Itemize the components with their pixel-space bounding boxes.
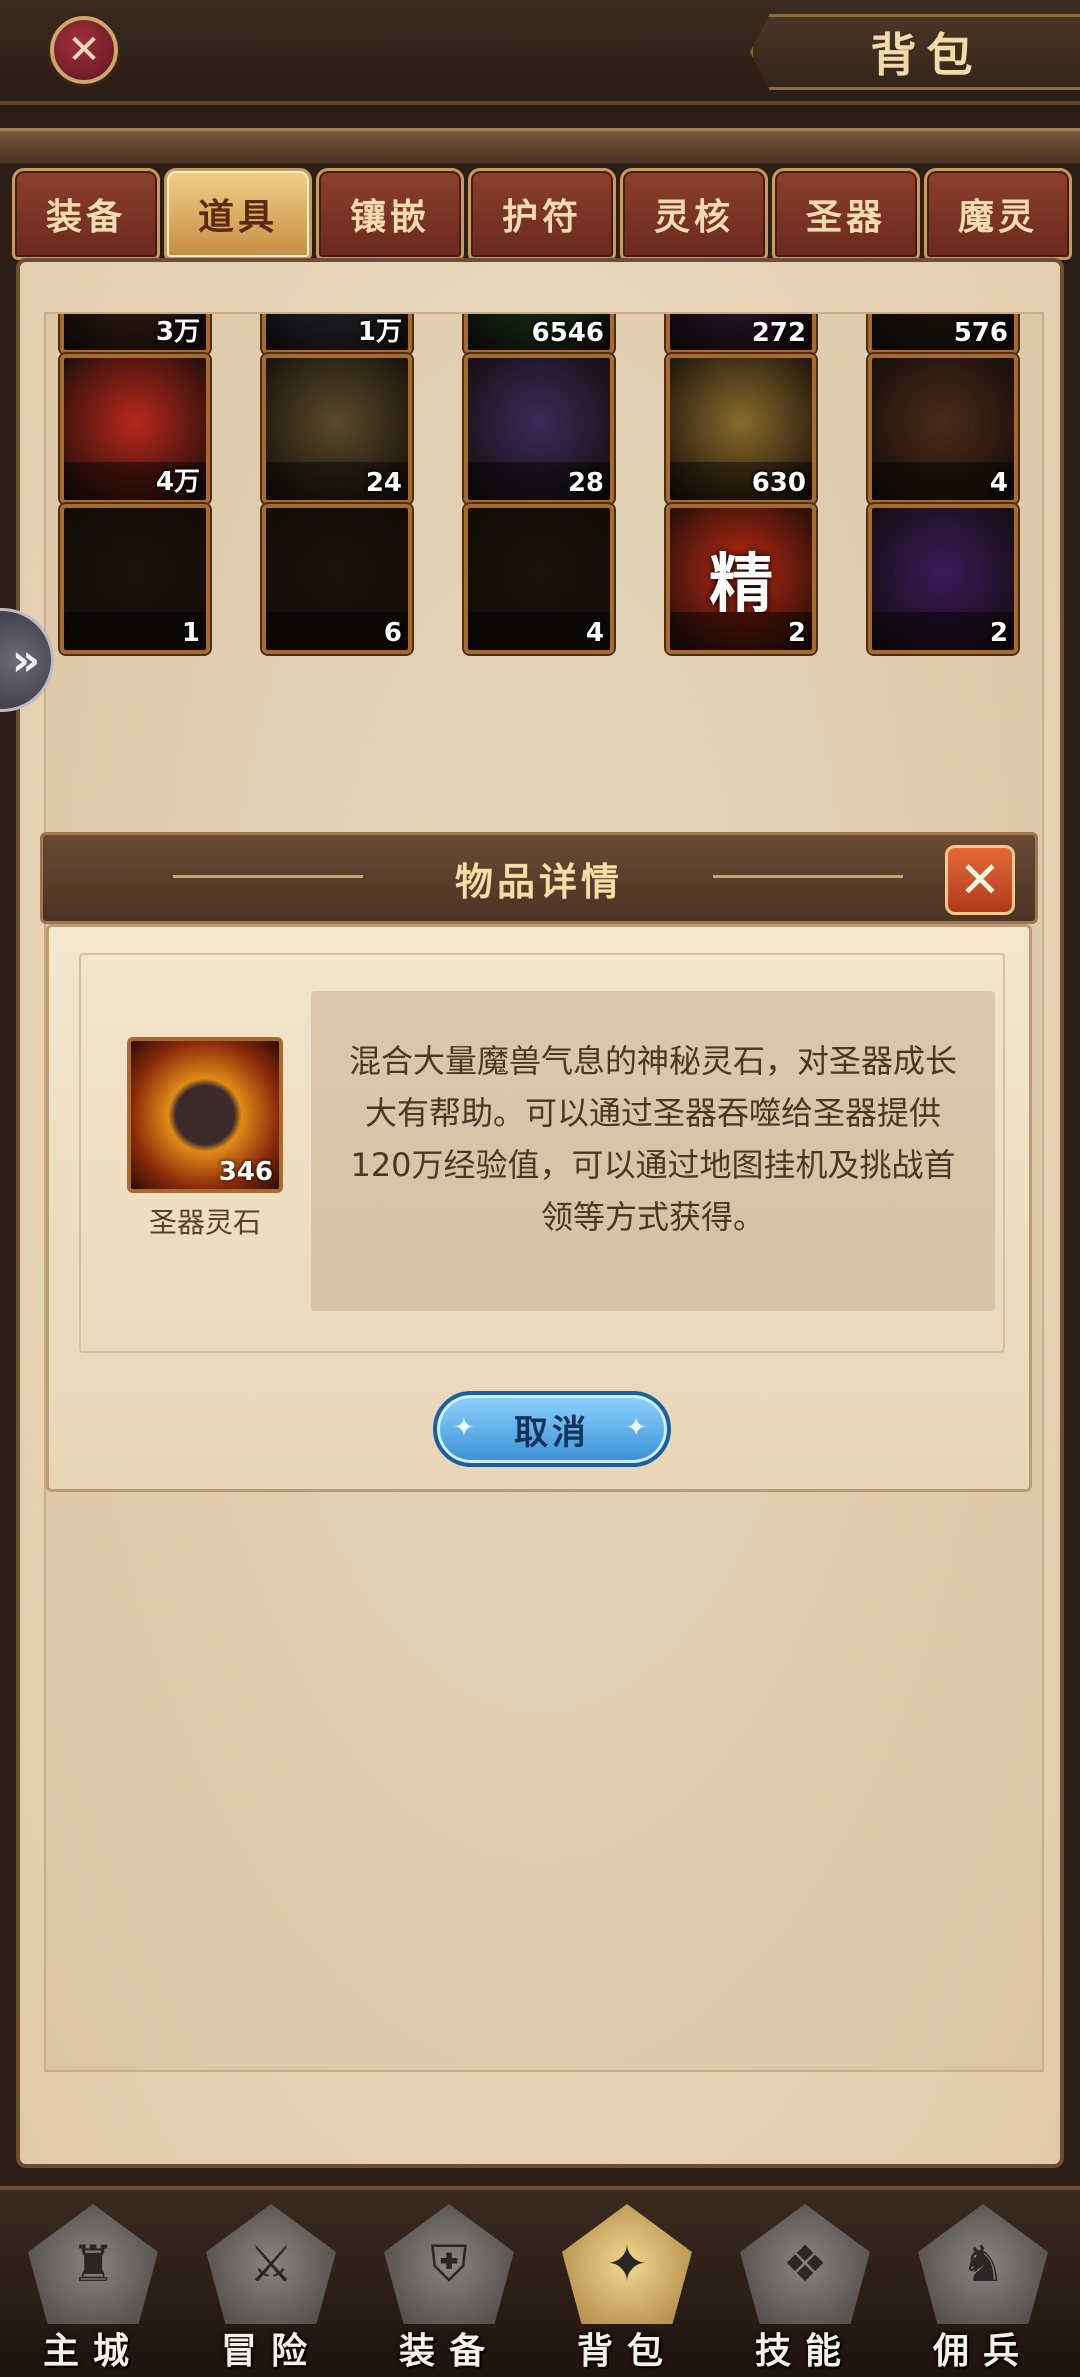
item-count: 4 bbox=[585, 618, 604, 648]
tab-3[interactable]: 护符 bbox=[468, 168, 616, 260]
nav-label: 主城 bbox=[42, 2331, 143, 2372]
sparkle-icon: ✦ bbox=[625, 1413, 651, 1443]
item-icon: 6546 bbox=[464, 314, 614, 354]
bottom-nav: ♜ 主城 ⚔ 冒险 ⛨ 装备 ✦ 背包 ❖ 技能 ♞ 佣兵 bbox=[0, 2186, 1080, 2377]
item-count: 6546 bbox=[531, 318, 604, 348]
page-title: 背包 bbox=[870, 28, 983, 82]
item-cell[interactable]: 1 bbox=[60, 504, 210, 654]
item-count: 1万 bbox=[357, 317, 402, 347]
cancel-label: 取消 bbox=[514, 1412, 590, 1453]
tab-4[interactable]: 灵核 bbox=[620, 168, 768, 260]
item-icon: 精2 bbox=[666, 504, 816, 654]
sparkle-icon: ✦ bbox=[453, 1413, 479, 1443]
item-count: 4 bbox=[989, 468, 1008, 498]
nav-helmet[interactable]: ⛨ 装备 bbox=[364, 2204, 534, 2374]
item-icon: 4万 bbox=[60, 354, 210, 504]
item-count: 272 bbox=[751, 318, 806, 348]
item-count: 346 bbox=[218, 1157, 273, 1187]
nav-skill-book[interactable]: ❖ 技能 bbox=[720, 2204, 890, 2374]
dialog-title: 物品详情 bbox=[454, 859, 623, 904]
item-count: 2 bbox=[787, 618, 806, 648]
skill-book-icon: ❖ bbox=[740, 2204, 870, 2324]
backpack-icon: ✦ bbox=[562, 2204, 692, 2324]
item-count: 24 bbox=[365, 468, 402, 498]
holy-relic-stone-icon: 346 bbox=[127, 1037, 283, 1193]
tab-1[interactable]: 道具 bbox=[164, 168, 312, 260]
item-count: 6 bbox=[383, 618, 402, 648]
tab-2[interactable]: 镶嵌 bbox=[316, 168, 464, 260]
castle-icon: ♜ bbox=[28, 2204, 158, 2324]
nav-knight[interactable]: ♞ 佣兵 bbox=[898, 2204, 1068, 2374]
nav-backpack[interactable]: ✦ 背包 bbox=[542, 2204, 712, 2374]
item-icon: 28 bbox=[464, 354, 614, 504]
item-count: 2 bbox=[989, 618, 1008, 648]
nav-label: 装备 bbox=[398, 2331, 499, 2372]
decorative-rod bbox=[0, 128, 1080, 166]
title-plate: 背包 bbox=[750, 14, 1080, 90]
close-icon[interactable]: ✕ bbox=[50, 16, 118, 84]
item-icon: 2 bbox=[868, 504, 1018, 654]
nav-crossed-swords[interactable]: ⚔ 冒险 bbox=[186, 2204, 356, 2374]
item-icon: 272 bbox=[666, 314, 816, 354]
dialog-body: 346 圣器灵石 混合大量魔兽气息的神秘灵石，对圣器成长大有帮助。可以通过圣器吞… bbox=[46, 924, 1032, 1492]
item-description: 混合大量魔兽气息的神秘灵石，对圣器成长大有帮助。可以通过圣器吞噬给圣器提供120… bbox=[311, 991, 995, 1311]
item-count: 630 bbox=[751, 468, 806, 498]
item-icon: 3万 bbox=[60, 314, 210, 354]
nav-castle[interactable]: ♜ 主城 bbox=[8, 2204, 178, 2374]
tab-6[interactable]: 魔灵 bbox=[924, 168, 1072, 260]
knight-icon: ♞ bbox=[918, 2204, 1048, 2324]
category-tabs: 装备 道具 镶嵌 护符 灵核 圣器 魔灵 bbox=[12, 168, 1078, 260]
item-count: 1 bbox=[181, 618, 200, 648]
top-bar: ✕ 背包 bbox=[0, 0, 1080, 105]
item-icon: 6 bbox=[262, 504, 412, 654]
item-icon: 576 bbox=[868, 314, 1018, 354]
nav-label: 背包 bbox=[576, 2331, 677, 2372]
nav-label: 佣兵 bbox=[932, 2331, 1033, 2372]
tab-5[interactable]: 圣器 bbox=[772, 168, 920, 260]
dialog-item-label: 圣器灵石 bbox=[148, 1206, 261, 1239]
dialog-header: 物品详情 ✕ bbox=[40, 832, 1038, 924]
cancel-button[interactable]: ✦ 取消 ✦ bbox=[433, 1391, 671, 1467]
nav-label: 冒险 bbox=[220, 2331, 321, 2372]
tab-0[interactable]: 装备 bbox=[12, 168, 160, 260]
item-icon: 630 bbox=[666, 354, 816, 504]
item-icon: 1万 bbox=[262, 314, 412, 354]
ornament-right bbox=[713, 875, 903, 878]
item-count: 4万 bbox=[155, 467, 200, 497]
item-icon: 4 bbox=[464, 504, 614, 654]
item-cell[interactable]: 2 bbox=[868, 504, 1018, 654]
item-cell[interactable]: 6 bbox=[262, 504, 412, 654]
item-cell[interactable]: 精2 bbox=[666, 504, 816, 654]
item-icon: 4 bbox=[868, 354, 1018, 504]
item-count: 28 bbox=[567, 468, 604, 498]
item-count: 3万 bbox=[155, 317, 200, 347]
item-cell[interactable]: 4 bbox=[464, 504, 614, 654]
item-count: 576 bbox=[953, 318, 1008, 348]
close-icon[interactable]: ✕ bbox=[945, 845, 1015, 915]
item-detail-dialog: 物品详情 ✕ 346 圣器灵石 混合大量魔兽气息的神秘灵石，对圣器成长大有帮助。… bbox=[40, 832, 1038, 1492]
dialog-item: 346 圣器灵石 bbox=[127, 1037, 283, 1241]
crossed-swords-icon: ⚔ bbox=[206, 2204, 336, 2324]
helmet-icon: ⛨ bbox=[384, 2204, 514, 2324]
item-icon: 1 bbox=[60, 504, 210, 654]
item-icon: 24 bbox=[262, 354, 412, 504]
nav-label: 技能 bbox=[754, 2331, 855, 2372]
